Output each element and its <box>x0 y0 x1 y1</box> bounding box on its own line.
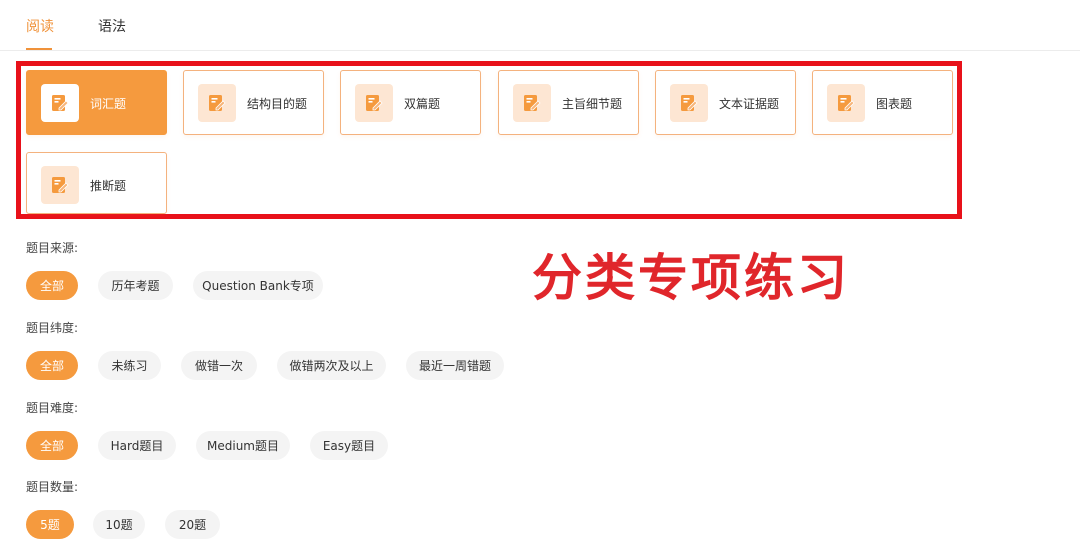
category-label: 推断题 <box>90 179 127 193</box>
edit-document-icon <box>355 84 393 122</box>
filter-label-difficulty: 题目难度: <box>26 401 79 415</box>
edit-document-icon <box>41 84 79 122</box>
filter-label-count: 题目数量: <box>26 480 79 494</box>
chip-difficulty-all[interactable]: 全部 <box>26 431 78 460</box>
edit-document-icon <box>827 84 865 122</box>
active-tab-indicator <box>26 48 52 50</box>
edit-document-icon <box>513 84 551 122</box>
category-label: 结构目的题 <box>247 97 308 111</box>
edit-document-icon <box>41 166 79 204</box>
category-card-inference[interactable]: 推断题 <box>26 152 167 214</box>
chip-dimension-all[interactable]: 全部 <box>26 351 78 380</box>
edit-document-icon <box>198 84 236 122</box>
chip-source-all[interactable]: 全部 <box>26 271 78 300</box>
tab-grammar[interactable]: 语法 <box>98 16 126 36</box>
category-card-text-evidence[interactable]: 文本证据题 <box>655 70 796 135</box>
chip-difficulty-easy[interactable]: Easy题目 <box>310 431 388 460</box>
category-card-chart[interactable]: 图表题 <box>812 70 953 135</box>
filter-label-source: 题目来源: <box>26 241 79 255</box>
category-label: 双篇题 <box>404 97 441 111</box>
category-label: 图表题 <box>876 97 913 111</box>
annotation-text: 分类专项练习 <box>532 249 850 307</box>
chip-count-10[interactable]: 10题 <box>93 510 145 539</box>
chip-dimension-recent-wrong[interactable]: 最近一周错题 <box>406 351 504 380</box>
chip-source-question-bank[interactable]: Question Bank专项 <box>193 271 323 300</box>
tab-reading[interactable]: 阅读 <box>26 16 54 36</box>
category-card-dual-passage[interactable]: 双篇题 <box>340 70 481 135</box>
category-label: 文本证据题 <box>719 97 780 111</box>
chip-difficulty-hard[interactable]: Hard题目 <box>98 431 176 460</box>
tab-bar: 阅读 语法 <box>0 0 1080 51</box>
edit-document-icon <box>670 84 708 122</box>
category-card-vocabulary[interactable]: 词汇题 <box>26 70 167 135</box>
category-card-structure-purpose[interactable]: 结构目的题 <box>183 70 324 135</box>
category-card-main-idea[interactable]: 主旨细节题 <box>498 70 639 135</box>
chip-dimension-unpracticed[interactable]: 未练习 <box>98 351 161 380</box>
category-label: 词汇题 <box>90 97 127 111</box>
category-label: 主旨细节题 <box>562 97 623 111</box>
chip-count-20[interactable]: 20题 <box>165 510 220 539</box>
filter-label-dimension: 题目纬度: <box>26 321 79 335</box>
chip-count-5[interactable]: 5题 <box>26 510 74 539</box>
chip-dimension-wrong-once[interactable]: 做错一次 <box>181 351 257 380</box>
chip-difficulty-medium[interactable]: Medium题目 <box>196 431 290 460</box>
chip-source-past-exams[interactable]: 历年考题 <box>98 271 173 300</box>
chip-dimension-wrong-twice[interactable]: 做错两次及以上 <box>277 351 386 380</box>
